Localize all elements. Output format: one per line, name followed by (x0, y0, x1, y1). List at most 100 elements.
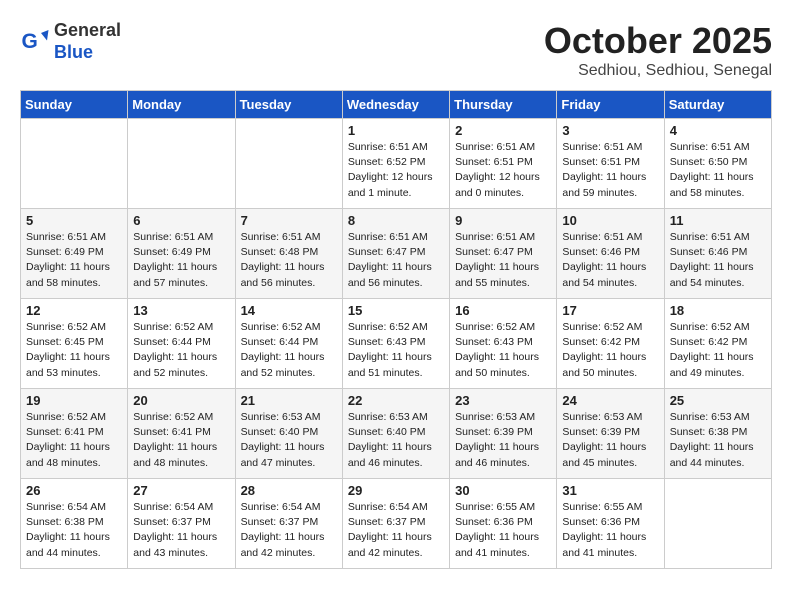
cell-info: Sunrise: 6:53 AM Sunset: 6:40 PM Dayligh… (241, 410, 337, 471)
calendar-cell: 3 Sunrise: 6:51 AM Sunset: 6:51 PM Daylig… (557, 119, 664, 209)
calendar-cell: 17 Sunrise: 6:52 AM Sunset: 6:42 PM Dayli… (557, 299, 664, 389)
logo-icon: G (20, 27, 50, 57)
logo-general-text: General (54, 20, 121, 40)
calendar-cell: 29 Sunrise: 6:54 AM Sunset: 6:37 PM Dayli… (342, 479, 449, 569)
calendar-cell: 10Sunrise: 6:51 AM Sunset: 6:46 PM Dayli… (557, 209, 664, 299)
cell-info: Sunrise: 6:54 AM Sunset: 6:37 PM Dayligh… (241, 500, 337, 561)
cell-info: Sunrise: 6:52 AM Sunset: 6:41 PM Dayligh… (26, 410, 122, 471)
calendar-cell: 16 Sunrise: 6:52 AM Sunset: 6:43 PM Dayli… (450, 299, 557, 389)
cell-info: Sunrise: 6:51 AM Sunset: 6:51 PM Dayligh… (562, 140, 658, 201)
day-number: 3 (562, 123, 658, 138)
cell-info: Sunrise: 6:51 AM Sunset: 6:48 PM Dayligh… (241, 230, 337, 291)
location: Sedhiou, Sedhiou, Senegal (544, 62, 772, 80)
day-number: 6 (133, 213, 229, 228)
day-number: 15 (348, 303, 444, 318)
calendar-cell: 27Sunrise: 6:54 AM Sunset: 6:37 PM Dayli… (128, 479, 235, 569)
cell-info: Sunrise: 6:53 AM Sunset: 6:38 PM Dayligh… (670, 410, 766, 471)
cell-info: Sunrise: 6:52 AM Sunset: 6:44 PM Dayligh… (241, 320, 337, 381)
day-number: 31 (562, 483, 658, 498)
day-number: 28 (241, 483, 337, 498)
day-number: 22 (348, 393, 444, 408)
cell-info: Sunrise: 6:52 AM Sunset: 6:42 PM Dayligh… (562, 320, 658, 381)
calendar-cell: 30 Sunrise: 6:55 AM Sunset: 6:36 PM Dayli… (450, 479, 557, 569)
cell-info: Sunrise: 6:54 AM Sunset: 6:38 PM Dayligh… (26, 500, 122, 561)
calendar-cell (664, 479, 771, 569)
cell-info: Sunrise: 6:53 AM Sunset: 6:40 PM Dayligh… (348, 410, 444, 471)
week-row-2: 5Sunrise: 6:51 AM Sunset: 6:49 PM Daylig… (21, 209, 772, 299)
cell-info: Sunrise: 6:51 AM Sunset: 6:46 PM Dayligh… (670, 230, 766, 291)
day-number: 8 (348, 213, 444, 228)
day-number: 10 (562, 213, 658, 228)
day-number: 30 (455, 483, 551, 498)
calendar-cell: 21 Sunrise: 6:53 AM Sunset: 6:40 PM Dayli… (235, 389, 342, 479)
calendar-cell: 5Sunrise: 6:51 AM Sunset: 6:49 PM Daylig… (21, 209, 128, 299)
cell-info: Sunrise: 6:53 AM Sunset: 6:39 PM Dayligh… (562, 410, 658, 471)
calendar-cell: 2 Sunrise: 6:51 AM Sunset: 6:51 PM Daylig… (450, 119, 557, 209)
cell-info: Sunrise: 6:51 AM Sunset: 6:47 PM Dayligh… (348, 230, 444, 291)
cell-info: Sunrise: 6:52 AM Sunset: 6:44 PM Dayligh… (133, 320, 229, 381)
day-number: 16 (455, 303, 551, 318)
logo: G General Blue (20, 20, 121, 63)
day-number: 14 (241, 303, 337, 318)
cell-info: Sunrise: 6:51 AM Sunset: 6:49 PM Dayligh… (26, 230, 122, 291)
calendar-cell (235, 119, 342, 209)
day-header-monday: Monday (128, 91, 235, 119)
day-number: 2 (455, 123, 551, 138)
calendar-cell: 20Sunrise: 6:52 AM Sunset: 6:41 PM Dayli… (128, 389, 235, 479)
title-block: October 2025 Sedhiou, Sedhiou, Senegal (544, 20, 772, 80)
cell-info: Sunrise: 6:53 AM Sunset: 6:39 PM Dayligh… (455, 410, 551, 471)
calendar-header-row: SundayMondayTuesdayWednesdayThursdayFrid… (21, 91, 772, 119)
week-row-3: 12Sunrise: 6:52 AM Sunset: 6:45 PM Dayli… (21, 299, 772, 389)
calendar-cell: 12Sunrise: 6:52 AM Sunset: 6:45 PM Dayli… (21, 299, 128, 389)
calendar-cell: 11 Sunrise: 6:51 AM Sunset: 6:46 PM Dayli… (664, 209, 771, 299)
day-header-friday: Friday (557, 91, 664, 119)
day-number: 23 (455, 393, 551, 408)
cell-info: Sunrise: 6:51 AM Sunset: 6:51 PM Dayligh… (455, 140, 551, 201)
calendar-cell: 19 Sunrise: 6:52 AM Sunset: 6:41 PM Dayli… (21, 389, 128, 479)
calendar-cell: 24 Sunrise: 6:53 AM Sunset: 6:39 PM Dayli… (557, 389, 664, 479)
day-header-tuesday: Tuesday (235, 91, 342, 119)
day-number: 19 (26, 393, 122, 408)
cell-info: Sunrise: 6:55 AM Sunset: 6:36 PM Dayligh… (562, 500, 658, 561)
calendar-cell: 25 Sunrise: 6:53 AM Sunset: 6:38 PM Dayli… (664, 389, 771, 479)
week-row-4: 19 Sunrise: 6:52 AM Sunset: 6:41 PM Dayli… (21, 389, 772, 479)
calendar-cell: 18 Sunrise: 6:52 AM Sunset: 6:42 PM Dayli… (664, 299, 771, 389)
day-number: 4 (670, 123, 766, 138)
calendar-cell: 7 Sunrise: 6:51 AM Sunset: 6:48 PM Daylig… (235, 209, 342, 299)
week-row-5: 26 Sunrise: 6:54 AM Sunset: 6:38 PM Dayli… (21, 479, 772, 569)
cell-info: Sunrise: 6:54 AM Sunset: 6:37 PM Dayligh… (348, 500, 444, 561)
day-header-saturday: Saturday (664, 91, 771, 119)
cell-info: Sunrise: 6:51 AM Sunset: 6:52 PM Dayligh… (348, 140, 444, 201)
week-row-1: 1Sunrise: 6:51 AM Sunset: 6:52 PM Daylig… (21, 119, 772, 209)
calendar-cell: 13 Sunrise: 6:52 AM Sunset: 6:44 PM Dayli… (128, 299, 235, 389)
day-header-sunday: Sunday (21, 91, 128, 119)
cell-info: Sunrise: 6:52 AM Sunset: 6:43 PM Dayligh… (455, 320, 551, 381)
day-number: 13 (133, 303, 229, 318)
page-header: G General Blue October 2025 Sedhiou, Sed… (20, 20, 772, 80)
cell-info: Sunrise: 6:52 AM Sunset: 6:42 PM Dayligh… (670, 320, 766, 381)
day-header-thursday: Thursday (450, 91, 557, 119)
day-number: 26 (26, 483, 122, 498)
day-number: 29 (348, 483, 444, 498)
day-number: 21 (241, 393, 337, 408)
day-number: 24 (562, 393, 658, 408)
cell-info: Sunrise: 6:55 AM Sunset: 6:36 PM Dayligh… (455, 500, 551, 561)
calendar-cell: 1Sunrise: 6:51 AM Sunset: 6:52 PM Daylig… (342, 119, 449, 209)
calendar-cell (21, 119, 128, 209)
day-number: 11 (670, 213, 766, 228)
day-number: 27 (133, 483, 229, 498)
day-number: 17 (562, 303, 658, 318)
calendar-cell: 26 Sunrise: 6:54 AM Sunset: 6:38 PM Dayli… (21, 479, 128, 569)
calendar-cell: 28 Sunrise: 6:54 AM Sunset: 6:37 PM Dayli… (235, 479, 342, 569)
day-number: 18 (670, 303, 766, 318)
calendar-cell: 4Sunrise: 6:51 AM Sunset: 6:50 PM Daylig… (664, 119, 771, 209)
calendar-cell (128, 119, 235, 209)
svg-text:G: G (22, 30, 38, 53)
calendar-cell: 9Sunrise: 6:51 AM Sunset: 6:47 PM Daylig… (450, 209, 557, 299)
cell-info: Sunrise: 6:52 AM Sunset: 6:43 PM Dayligh… (348, 320, 444, 381)
calendar-cell: 14 Sunrise: 6:52 AM Sunset: 6:44 PM Dayli… (235, 299, 342, 389)
calendar-cell: 31 Sunrise: 6:55 AM Sunset: 6:36 PM Dayli… (557, 479, 664, 569)
day-number: 7 (241, 213, 337, 228)
day-number: 12 (26, 303, 122, 318)
day-number: 25 (670, 393, 766, 408)
